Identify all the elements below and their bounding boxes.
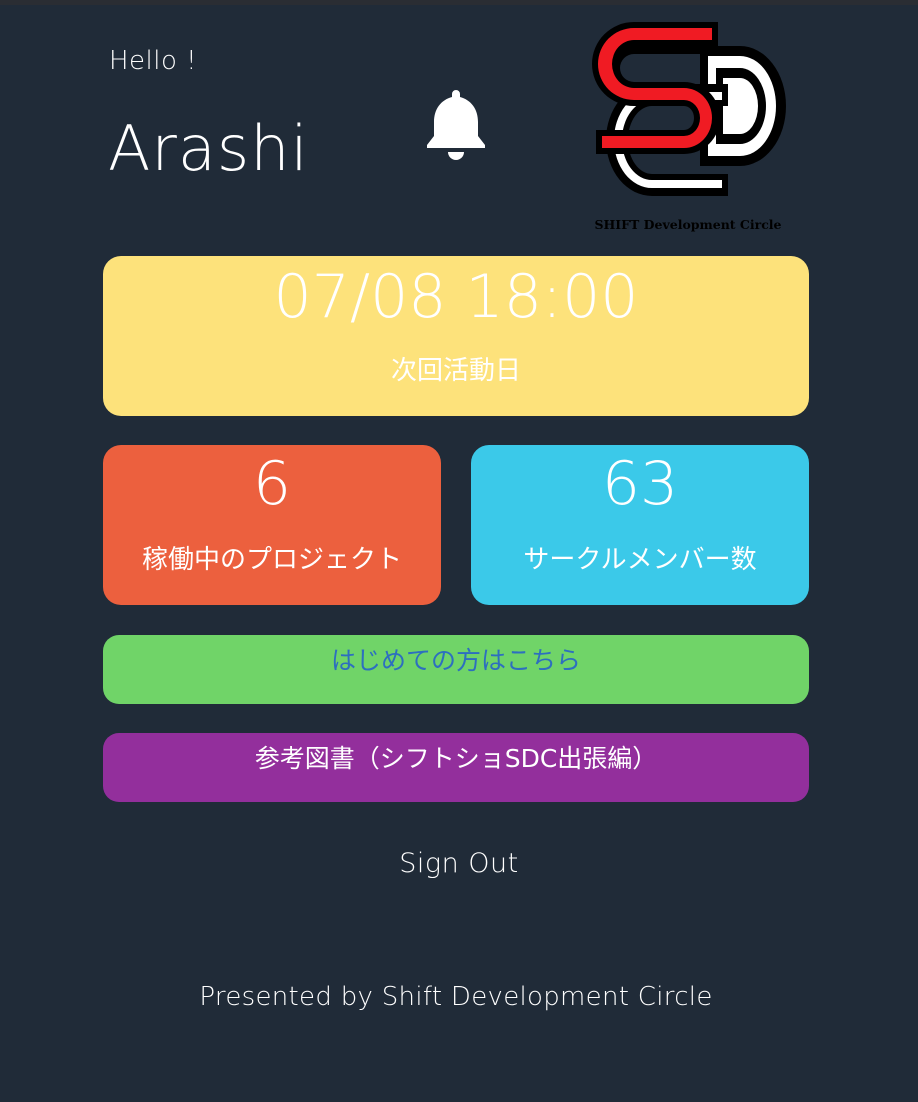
username: Arashi [108,112,309,185]
members-label: サークルメンバー数 [523,545,757,575]
first-time-button[interactable]: はじめての方はこちら [103,635,809,704]
first-time-button-label: はじめての方はこちら [330,646,581,675]
top-strip [0,0,918,5]
members-count: 63 [601,449,679,519]
greeting-text: Hello ! [109,46,198,76]
sdc-logo: SHIFT Development Circle [582,18,794,238]
reference-books-button[interactable]: 参考図書（シフトショSDC出張編） [103,733,809,802]
next-activity-datetime: 07/08 18:00 [273,262,639,332]
bell-icon[interactable] [418,86,494,162]
members-card[interactable]: 63 サークルメンバー数 [471,445,809,605]
svg-text:SHIFT Development Circle: SHIFT Development Circle [594,217,781,232]
next-activity-label: 次回活動日 [390,356,521,386]
reference-books-button-label: 参考図書（シフトショSDC出張編） [254,744,658,773]
sign-out-link[interactable]: Sign Out [0,848,918,879]
footer-credit: Presented by Shift Development Circle [199,982,713,1012]
active-projects-label: 稼働中のプロジェクト [141,545,402,575]
next-activity-card[interactable]: 07/08 18:00 次回活動日 [103,256,809,416]
active-projects-count: 6 [252,449,292,519]
active-projects-card[interactable]: 6 稼働中のプロジェクト [103,445,441,605]
